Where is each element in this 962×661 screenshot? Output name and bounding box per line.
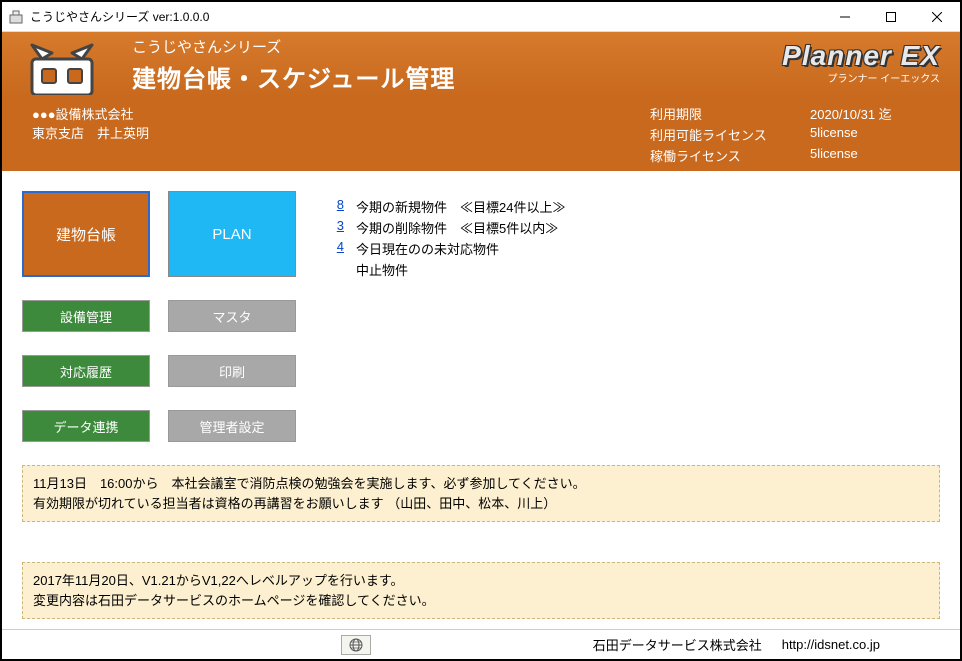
announcement-link — [326, 260, 344, 279]
announcement-link[interactable]: 4 — [326, 239, 344, 258]
main-area: 建物台帳 PLAN 設備管理 マスタ 対応履歴 印刷 データ連携 管理者設定 8… — [2, 171, 960, 451]
announcement-row: 3 今期の削除物件 ≪目標5件以内≫ — [326, 218, 940, 237]
license-active-label: 稼働ライセンス — [650, 146, 800, 165]
announcement-link[interactable]: 8 — [326, 197, 344, 216]
license-available-value: 5license — [810, 125, 930, 144]
license-active-value: 5license — [810, 146, 930, 165]
announcement-text: 今期の削除物件 ≪目標5件以内≫ — [356, 218, 558, 237]
announcement-row: 8 今期の新規物件 ≪目標24件以上≫ — [326, 197, 940, 216]
globe-button[interactable] — [341, 635, 371, 655]
admin-settings-button[interactable]: 管理者設定 — [168, 410, 296, 442]
footer-url: http://idsnet.co.jp — [782, 637, 880, 652]
maximize-button[interactable] — [868, 2, 914, 32]
mascot-icon — [12, 35, 112, 95]
license-expire-value: 2020/10/31 迄 — [810, 104, 930, 123]
window-title: こうじやさんシリーズ ver:1.0.0.0 — [30, 8, 822, 25]
branch-user: 東京支店 井上英明 — [32, 123, 650, 142]
license-available-label: 利用可能ライセンス — [650, 125, 800, 144]
announcement-row: 4 今日現在のの未対応物件 — [326, 239, 940, 258]
company-name: ●●●設備株式会社 — [32, 104, 650, 123]
announcement-list: 8 今期の新規物件 ≪目標24件以上≫ 3 今期の削除物件 ≪目標5件以内≫ 4… — [326, 191, 940, 451]
series-name: こうじやさんシリーズ — [132, 36, 455, 57]
announcement-text: 中止物件 — [356, 260, 408, 279]
notice-box-2: 2017年11月20日、V1.21からV1,22へレベルアップを行います。 変更… — [22, 562, 940, 619]
datalink-button[interactable]: データ連携 — [22, 410, 150, 442]
announcement-row: 中止物件 — [326, 260, 940, 279]
titlebar: こうじやさんシリーズ ver:1.0.0.0 — [2, 2, 960, 32]
footer-company: 石田データサービス株式会社 — [593, 635, 762, 654]
announcement-link[interactable]: 3 — [326, 218, 344, 237]
master-button[interactable]: マスタ — [168, 300, 296, 332]
menu-buttons: 建物台帳 PLAN 設備管理 マスタ 対応履歴 印刷 データ連携 管理者設定 — [22, 191, 296, 451]
notice-box-1: 11月13日 16:00から 本社会議室で消防点検の勉強会を実施します、必ず参加… — [22, 465, 940, 522]
header-banner: こうじやさんシリーズ 建物台帳・スケジュール管理 Planner EX プランナ… — [2, 32, 960, 98]
history-button[interactable]: 対応履歴 — [22, 355, 150, 387]
minimize-button[interactable] — [822, 2, 868, 32]
info-bar: ●●●設備株式会社 東京支店 井上英明 利用期限 2020/10/31 迄 利用… — [2, 98, 960, 171]
footer: 石田データサービス株式会社 http://idsnet.co.jp — [2, 629, 960, 659]
equipment-button[interactable]: 設備管理 — [22, 300, 150, 332]
building-ledger-button[interactable]: 建物台帳 — [22, 191, 150, 277]
plan-button[interactable]: PLAN — [168, 191, 296, 277]
print-button[interactable]: 印刷 — [168, 355, 296, 387]
product-logo: Planner EX プランナー イーエックス — [782, 40, 940, 85]
announcement-text: 今日現在のの未対応物件 — [356, 239, 499, 258]
app-icon — [8, 9, 24, 25]
close-button[interactable] — [914, 2, 960, 32]
license-expire-label: 利用期限 — [650, 104, 800, 123]
announcement-text: 今期の新規物件 ≪目標24件以上≫ — [356, 197, 565, 216]
app-name: 建物台帳・スケジュール管理 — [132, 59, 455, 94]
